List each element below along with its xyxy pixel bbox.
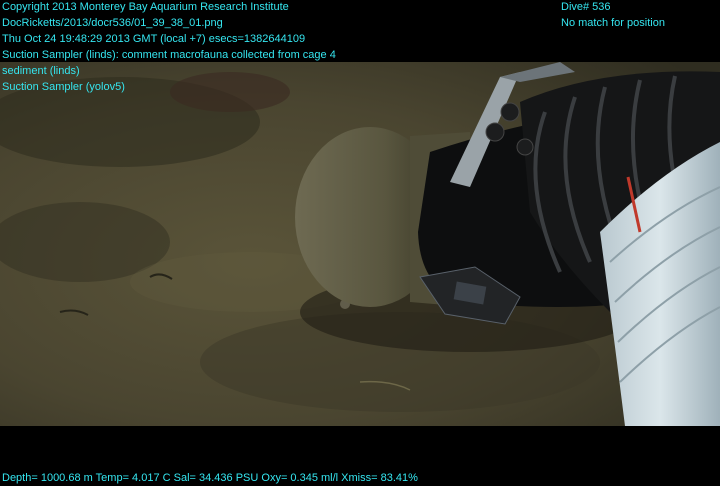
overlay-top-left: Copyright 2013 Monterey Bay Aquarium Res…: [2, 0, 336, 95]
overlay-top-right: Dive# 536 No match for position: [561, 0, 665, 31]
timestamp-text: Thu Oct 24 19:48:29 2013 GMT (local +7) …: [2, 33, 306, 45]
annotation-sediment-text: sediment (linds): [2, 65, 80, 77]
copyright-text: Copyright 2013 Monterey Bay Aquarium Res…: [2, 1, 289, 13]
sensor-readout: Depth= 1000.68 m Temp= 4.017 C Sal= 34.4…: [2, 472, 418, 484]
seafloor-camera-frame: [0, 62, 720, 426]
seafloor-scene: [0, 62, 720, 426]
annotation-yolo-text: Suction Sampler (yolov5): [2, 81, 125, 93]
dive-number-text: Dive# 536: [561, 1, 611, 13]
annotation-comment-text: Suction Sampler (linds): comment macrofa…: [2, 49, 336, 61]
position-status-text: No match for position: [561, 17, 665, 29]
image-path-text: DocRicketts/2013/docr536/01_39_38_01.png: [2, 17, 223, 29]
